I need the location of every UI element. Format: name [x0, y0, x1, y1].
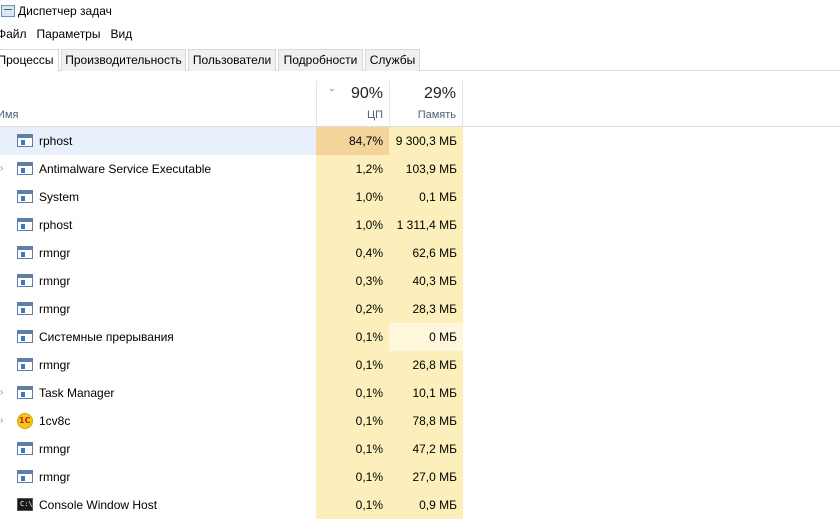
process-name: 1cv8c — [39, 414, 71, 428]
window-icon — [17, 442, 33, 455]
process-name: rphost — [39, 134, 73, 148]
process-name: Системные прерывания — [39, 330, 174, 344]
1c-icon — [17, 413, 33, 429]
process-cpu: 84,7% — [316, 127, 389, 155]
process-cpu: 1,0% — [316, 211, 389, 239]
window-icon — [17, 470, 33, 483]
process-row[interactable]: rphost 84,7% 9 300,3 МБ — [0, 127, 840, 155]
process-memory: 103,9 МБ — [389, 155, 463, 183]
sort-arrow-icon: ⌄ — [328, 83, 336, 93]
process-cpu: 0,4% — [316, 239, 389, 267]
process-cpu: 0,1% — [316, 491, 389, 519]
process-memory: 40,3 МБ — [389, 267, 463, 295]
process-cpu: 0,1% — [316, 351, 389, 379]
expand-chevron-icon[interactable]: › — [0, 388, 8, 398]
process-memory: 0,1 МБ — [389, 183, 463, 211]
window-icon — [17, 330, 33, 343]
process-row[interactable]: rphost 1,0% 1 311,4 МБ — [0, 211, 840, 239]
cpu-column-label: ЦП — [366, 109, 383, 121]
process-row[interactable]: Console Window Host 0,1%0,9 МБ — [0, 491, 840, 519]
window-icon — [17, 246, 33, 259]
process-name: System — [39, 190, 80, 204]
menu-file[interactable]: Файл — [0, 27, 32, 41]
tab-strip: Процессы Производительность Пользователи… — [0, 49, 840, 72]
window-icon — [17, 134, 33, 147]
process-memory: 9 300,3 МБ — [389, 127, 463, 155]
memory-column-label: Память — [417, 109, 456, 121]
process-row[interactable]: rmngr 0,1% 47,2 МБ — [0, 435, 840, 463]
process-name: Console Window Host — [39, 498, 158, 512]
process-memory: 0,9 МБ — [389, 491, 463, 519]
process-name: Antimalware Service Executable — [39, 162, 212, 176]
process-memory: 47,2 МБ — [389, 435, 463, 463]
console-icon — [17, 498, 33, 511]
process-cpu: 1,2% — [316, 155, 389, 183]
process-cpu: 0,1% — [316, 463, 389, 491]
tab-performance[interactable]: Производительность — [61, 49, 186, 71]
menu-view[interactable]: Вид — [105, 27, 137, 41]
expand-chevron-icon[interactable]: › — [0, 416, 8, 426]
process-memory: 28,3 МБ — [389, 295, 463, 323]
process-name: rmngr — [39, 274, 71, 288]
process-row[interactable]: rmngr 0,1% 27,0 МБ — [0, 463, 840, 491]
menu-bar: Файл Параметры Вид — [0, 24, 137, 44]
memory-total-percent: 29% — [423, 85, 456, 102]
process-name: rmngr — [39, 442, 71, 456]
process-cpu: 0,2% — [316, 295, 389, 323]
column-headers: Имя ⌄ 90% ЦП 29% Память — [0, 81, 840, 127]
process-cpu: 0,1% — [316, 323, 389, 351]
process-memory: 0 МБ — [389, 323, 463, 351]
process-cpu: 0,1% — [316, 407, 389, 435]
process-row[interactable]: › Antimalware Service Executable 1,2% 103,9… — [0, 155, 840, 183]
column-header-cpu[interactable]: ⌄ 90% ЦП — [316, 81, 389, 126]
process-row[interactable]: rmngr 0,1% 26,8 МБ — [0, 351, 840, 379]
title-bar: Диспетчер задач — [0, 0, 840, 22]
column-header-memory[interactable]: 29% Память — [389, 81, 463, 126]
process-memory: 26,8 МБ — [389, 351, 463, 379]
cpu-total-percent: 90% — [350, 85, 383, 102]
process-memory: 10,1 МБ — [389, 379, 463, 407]
process-memory: 27,0 МБ — [389, 463, 463, 491]
process-row[interactable]: System 1,0% 0,1 МБ — [0, 183, 840, 211]
process-name: rmngr — [39, 302, 71, 316]
process-list: rphost 84,7% 9 300,3 МБ › Antimalware Servic… — [0, 127, 840, 519]
process-cpu: 0,1% — [316, 435, 389, 463]
process-cpu: 0,1% — [316, 379, 389, 407]
tab-processes[interactable]: Процессы — [0, 49, 59, 72]
process-row[interactable]: › Task Manager 0,1% 10,1 МБ — [0, 379, 840, 407]
window-title: Диспетчер задач — [18, 4, 112, 18]
process-memory: 62,6 МБ — [389, 239, 463, 267]
window-icon — [17, 302, 33, 315]
expand-chevron-icon[interactable]: › — [0, 164, 8, 174]
window-icon — [17, 162, 33, 175]
window-icon — [17, 274, 33, 287]
process-cpu: 0,3% — [316, 267, 389, 295]
process-row[interactable]: Системные прерывания 0,1% 0 МБ — [0, 323, 840, 351]
tab-services[interactable]: Службы — [365, 49, 420, 71]
process-memory: 78,8 МБ — [389, 407, 463, 435]
process-row[interactable]: rmngr 0,4% 62,6 МБ — [0, 239, 840, 267]
window-icon — [17, 218, 33, 231]
process-memory: 1 311,4 МБ — [389, 211, 463, 239]
process-name: rmngr — [39, 358, 71, 372]
process-cpu: 1,0% — [316, 183, 389, 211]
window-icon — [17, 358, 33, 371]
process-name: rphost — [39, 218, 73, 232]
process-name: Task Manager — [39, 386, 115, 400]
tab-users[interactable]: Пользователи — [188, 49, 276, 71]
task-manager-icon — [1, 5, 15, 17]
process-row[interactable]: rmngr 0,3% 40,3 МБ — [0, 267, 840, 295]
process-row[interactable]: › 1cv8c 0,1%78,8 МБ — [0, 407, 840, 435]
process-row[interactable]: rmngr 0,2% 28,3 МБ — [0, 295, 840, 323]
process-name: rmngr — [39, 470, 71, 484]
window-icon — [17, 386, 33, 399]
column-header-name[interactable]: Имя — [0, 109, 18, 121]
window-icon — [17, 190, 33, 203]
tab-details[interactable]: Подробности — [278, 49, 363, 71]
menu-options[interactable]: Параметры — [32, 27, 106, 41]
process-name: rmngr — [39, 246, 71, 260]
